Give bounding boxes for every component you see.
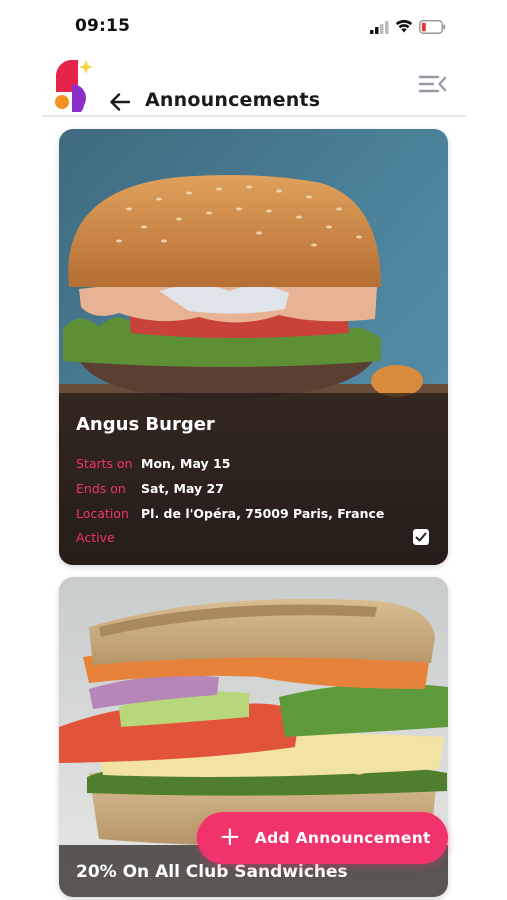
app-header: Announcements [0, 50, 507, 118]
ends-on-row: Ends on Sat, May 27 [76, 481, 224, 496]
ends-on-value: Sat, May 27 [141, 481, 224, 496]
checkmark-icon [415, 532, 427, 542]
back-button[interactable] [108, 90, 132, 114]
status-time: 09:15 [75, 16, 131, 36]
status-bar: 09:15 [0, 0, 507, 50]
add-announcement-label: Add Announcement [254, 829, 431, 847]
location-row: Location Pl. de l'Opéra, 75009 Paris, Fr… [76, 506, 384, 521]
plus-icon: + [219, 822, 241, 852]
menu-collapse-icon [418, 75, 447, 93]
ends-on-label: Ends on [76, 481, 126, 496]
header-divider [42, 115, 466, 117]
location-label: Location [76, 506, 129, 521]
battery-low-icon [419, 20, 446, 34]
menu-button[interactable] [418, 72, 448, 96]
announcement-title: Angus Burger [76, 414, 215, 435]
wifi-icon [395, 19, 413, 33]
announcement-card[interactable]: Angus Burger Starts on Mon, May 15 Ends … [59, 129, 448, 565]
cellular-signal-icon [370, 21, 389, 34]
location-value: Pl. de l'Opéra, 75009 Paris, France [141, 506, 385, 521]
starts-on-label: Starts on [76, 456, 133, 471]
app-logo-s-icon [55, 60, 93, 112]
starts-on-value: Mon, May 15 [141, 456, 231, 471]
page-title: Announcements [145, 89, 321, 111]
announcement-title: 20% On All Club Sandwiches [76, 862, 348, 882]
add-announcement-button[interactable]: + Add Announcement [197, 812, 448, 864]
active-label: Active [76, 530, 115, 545]
starts-on-row: Starts on Mon, May 15 [76, 456, 230, 471]
arrow-left-icon [110, 93, 130, 111]
status-row: Active [76, 530, 141, 545]
active-checkbox[interactable] [413, 529, 429, 545]
